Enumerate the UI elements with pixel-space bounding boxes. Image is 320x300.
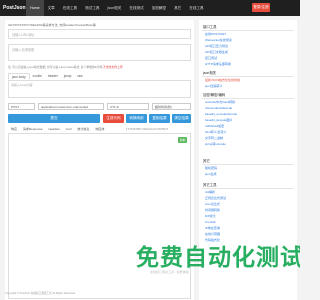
form-note-text: 注: 可以直接输入json格式数据, 也可以输入key=value格式, 多个参… bbox=[8, 65, 104, 69]
copy-result-button[interactable]: 复制结果 bbox=[149, 114, 170, 123]
tab-raw[interactable]: raw bbox=[74, 73, 85, 80]
clear-result-button[interactable]: 清空结果 bbox=[172, 114, 191, 123]
nav-item-json[interactable]: json相关 bbox=[104, 0, 126, 16]
section-divider bbox=[202, 76, 294, 77]
form-hint: GET/POST/PUT/DELETE等请求方法, 支持Header/Cooki… bbox=[8, 23, 96, 27]
section-divider bbox=[202, 164, 294, 165]
sidebar-link[interactable]: HTTP请求头部转换 bbox=[205, 62, 231, 66]
tab-cookie[interactable]: cookie bbox=[30, 73, 45, 80]
tab-jsonp[interactable]: jsonp bbox=[61, 73, 75, 80]
sidebar-section-title: json相关 bbox=[203, 71, 217, 75]
nav-item-test-tools[interactable]: 测试工具 bbox=[81, 0, 103, 16]
sidebar-link-highlight[interactable]: 最新JSON格式化在线校验 bbox=[205, 78, 240, 82]
tab-request-response[interactable]: 请求Response bbox=[20, 126, 46, 133]
tab-curl[interactable]: Curl bbox=[63, 126, 75, 133]
sidebar-link[interactable]: string转unicode bbox=[205, 142, 226, 146]
section-divider bbox=[202, 30, 294, 31]
sidebar-link[interactable]: 在线POST/GET bbox=[205, 32, 226, 36]
tab-header[interactable]: header bbox=[45, 73, 61, 80]
sidebar-link[interactable]: unicode/中文/ascii转换 bbox=[205, 100, 235, 104]
sidebar-link[interactable]: cron表达式 bbox=[205, 202, 220, 206]
params-textarea[interactable]: 请输入请求参数 bbox=[8, 44, 191, 61]
sidebar-link[interactable]: base64_encode/decode bbox=[205, 112, 237, 116]
tab-headers[interactable]: Headers bbox=[46, 126, 63, 133]
nav-item-home[interactable]: Home bbox=[26, 0, 44, 16]
sidebar-link[interactable]: json生成 bbox=[205, 172, 217, 176]
section-divider bbox=[202, 188, 294, 189]
main-nav: Home 文章 在线工具 测试工具 json相关 在线测试 加密解密 其它 在线… bbox=[26, 0, 208, 16]
ad-banner[interactable]: 免费自动化测试 bbox=[136, 236, 300, 270]
nav-item-online-tools[interactable]: 在线工具 bbox=[59, 0, 81, 16]
tab-json-body[interactable]: json body bbox=[8, 73, 30, 80]
sidebar-link[interactable]: 随机密码 bbox=[205, 166, 217, 170]
method-select[interactable]: POST bbox=[8, 103, 35, 110]
nav-item-online-test[interactable]: 在线测试 bbox=[125, 0, 147, 16]
footer-copyright: Copyright © PostJson 在线接口测试工具 All Rights… bbox=[5, 292, 76, 295]
section-divider bbox=[202, 98, 294, 99]
nav-item-articles[interactable]: 文章 bbox=[44, 0, 59, 16]
nav-item-encrypt[interactable]: 加密解密 bbox=[148, 0, 170, 16]
generate-code-button[interactable]: 生成代码 bbox=[103, 114, 124, 123]
ad-subtitle: 在线接口测试工具 - 免费体验 bbox=[150, 270, 189, 274]
submit-button[interactable]: 提交 bbox=[8, 114, 100, 123]
top-nav-bar: PostJson Home 文章 在线工具 测试工具 json相关 在线测试 加… bbox=[0, 0, 300, 16]
sidebar-link[interactable]: 接口调试 bbox=[205, 56, 217, 60]
body-textarea[interactable]: 请输入body内容 bbox=[8, 80, 191, 98]
mapping-button[interactable]: 转换映射 bbox=[126, 114, 147, 123]
sidebar-link[interactable]: base64_decode图片 bbox=[205, 118, 232, 122]
nav-item-tools-2[interactable]: 在线工具 bbox=[185, 0, 207, 16]
content-type-select[interactable]: application/x-www-form-urlencoded bbox=[38, 103, 104, 110]
form-note: 注: 可以直接输入json格式数据, 也可以输入key=value格式, 多个参… bbox=[8, 65, 123, 69]
sidebar-link[interactable]: API接口文档生成 bbox=[205, 50, 228, 54]
copy-response-button[interactable]: 复制 bbox=[178, 137, 187, 143]
nav-item-other[interactable]: 其它 bbox=[170, 0, 185, 16]
response-tabs: 响应 请求Response Headers Curl 统计信息 响应体 bbox=[8, 126, 107, 133]
tab-stats[interactable]: 统计信息 bbox=[74, 126, 92, 133]
login-button[interactable]: 登录/注册 bbox=[252, 3, 270, 12]
sidebar-section-title: 接口工具 bbox=[203, 25, 217, 29]
sidebar-section-title: 其它工具 bbox=[203, 183, 217, 187]
sidebar-link[interactable]: 正则表达式测试 bbox=[205, 196, 226, 200]
site-logo[interactable]: PostJson bbox=[0, 5, 26, 11]
response-output[interactable]: 复制 bbox=[8, 133, 191, 299]
sidebar-link[interactable]: json压缩转义 bbox=[205, 84, 223, 88]
sidebar-section-title: 加密/解密/编码 bbox=[203, 93, 226, 97]
url-input[interactable]: 请输入URL地址 bbox=[8, 29, 191, 39]
form-note-warning: 不支持文件上传 bbox=[103, 65, 123, 69]
charset-select[interactable]: UTF-8 bbox=[107, 103, 149, 110]
sidebar-link[interactable]: UA解析 bbox=[205, 190, 215, 194]
tab-response[interactable]: 响应 bbox=[8, 126, 20, 133]
tab-response-body[interactable]: 响应体 bbox=[92, 126, 107, 133]
timeout-select[interactable]: 超时时间(秒) bbox=[152, 103, 191, 110]
response-timestamp: 1774107907 2024-03-22 09:58:27 bbox=[126, 127, 169, 131]
sidebar-link[interactable]: Crontab bbox=[205, 220, 216, 224]
sidebar-link[interactable]: html转义/反转义 bbox=[205, 130, 227, 134]
sidebar-link[interactable]: urlencode/urldecode bbox=[205, 106, 232, 110]
sidebar-link[interactable]: 文字转二进制 bbox=[205, 136, 223, 140]
ad-headline: 免费自动化测试 bbox=[136, 245, 300, 270]
sidebar-link[interactable]: Websocket在线测试 bbox=[205, 38, 232, 42]
sidebar-link[interactable]: 时间戳转换 bbox=[205, 208, 220, 212]
body-tabs: json body cookie header jsonp raw bbox=[8, 73, 86, 80]
sidebar-link[interactable]: API接口压力测试 bbox=[205, 44, 228, 48]
sidebar-section-title: 其它 bbox=[203, 159, 210, 163]
sidebar-link[interactable]: md5/sha1加密 bbox=[205, 124, 224, 128]
sidebar-link[interactable]: IP地址查询 bbox=[205, 226, 220, 230]
sidebar-link[interactable]: Diff对比 bbox=[205, 214, 215, 218]
